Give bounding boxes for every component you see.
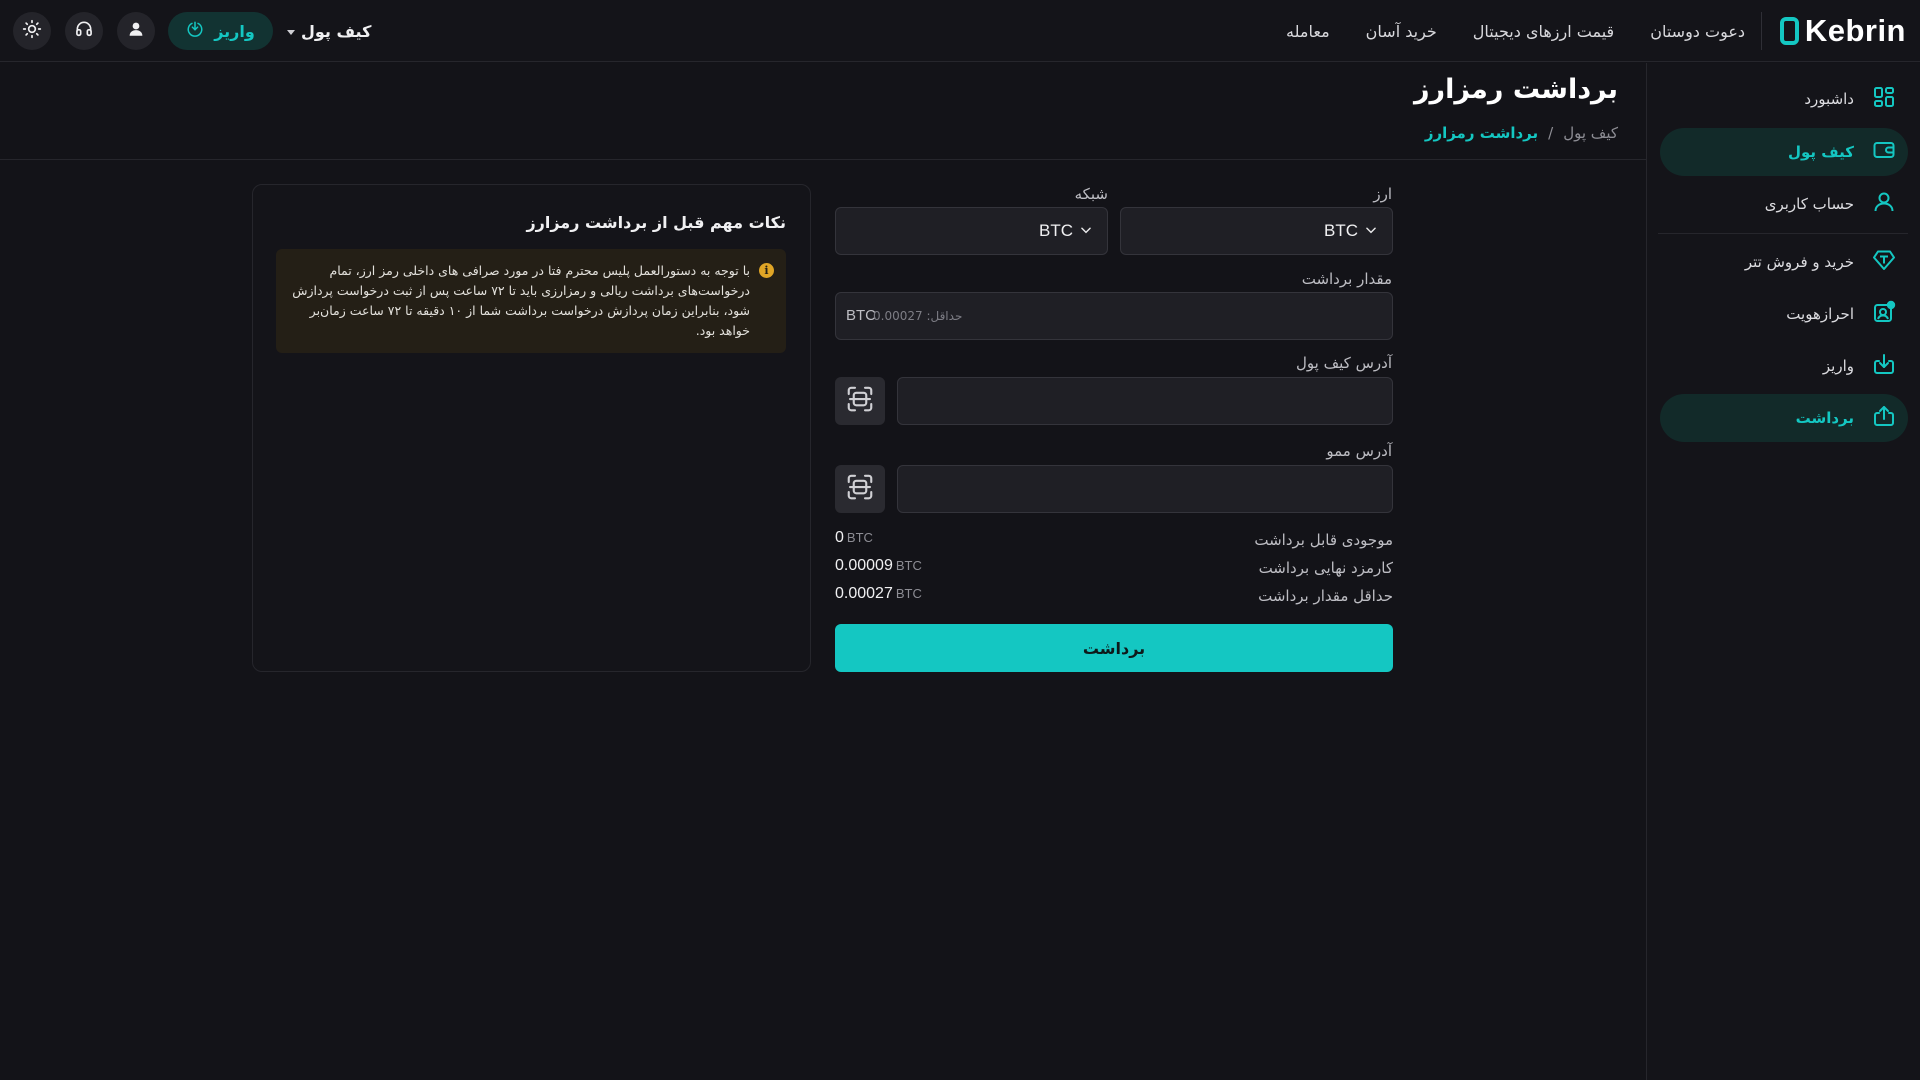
header-divider — [0, 159, 1646, 160]
currency-label: ارز — [1373, 185, 1392, 203]
available-balance-unit: BTC — [846, 530, 873, 545]
scan-icon — [845, 472, 875, 506]
divider — [1761, 12, 1762, 50]
memo-label: آدرس ممو — [1326, 442, 1392, 460]
amount-field[interactable]: BTC حداقل: 0.00027 — [835, 292, 1393, 340]
deposit-icon — [186, 20, 204, 42]
wallet-address-label: آدرس کیف پول — [1296, 354, 1392, 372]
sidebar-divider — [1658, 233, 1908, 234]
min-withdraw-value: 0.00027 BTC — [835, 585, 922, 603]
network-select[interactable]: BTC — [835, 207, 1108, 255]
notes-warning-box: i با توجه به دستورالعمل پلیس محترم فتا د… — [276, 249, 786, 353]
fee-unit: BTC — [895, 558, 922, 573]
sidebar-item-label: برداشت — [1795, 409, 1854, 427]
breadcrumb-wallet-link[interactable]: کیف پول — [1563, 124, 1618, 142]
deposit-button-label: واریز — [214, 21, 255, 41]
theme-toggle-button[interactable] — [13, 12, 51, 50]
breadcrumb-current: برداشت رمزارز — [1424, 124, 1539, 142]
wallet-dropdown-label: کیف پول — [301, 21, 372, 41]
available-balance-amount: 0 — [835, 529, 844, 546]
breadcrumb-separator: / — [1548, 124, 1554, 142]
sidebar-item-account[interactable]: حساب کاربری — [1660, 180, 1908, 228]
sidebar-item-label: داشبورد — [1804, 90, 1854, 108]
headset-icon — [74, 19, 94, 43]
wallet-icon — [1872, 138, 1896, 166]
scan-icon — [845, 384, 875, 418]
memo-field[interactable] — [897, 465, 1393, 513]
user-icon — [1872, 190, 1896, 218]
chevron-down-icon — [1079, 222, 1093, 241]
dashboard-icon — [1872, 85, 1896, 113]
sun-icon — [22, 19, 42, 43]
sidebar-item-tether[interactable]: خرید و فروش تتر — [1660, 238, 1908, 286]
nav-item-trade[interactable]: معامله — [1286, 22, 1330, 41]
chevron-down-icon — [1364, 222, 1378, 241]
top-nav: معامله خرید آسان قیمت ارزهای دیجیتال دعو… — [1286, 0, 1745, 62]
info-icon: i — [759, 263, 774, 278]
chevron-down-icon — [287, 29, 295, 35]
sidebar-item-verify[interactable]: احرازهویت — [1660, 290, 1908, 338]
sidebar-item-deposit[interactable]: واریز — [1660, 342, 1908, 390]
brand-name: Kebrin — [1804, 13, 1906, 48]
breadcrumb: کیف پول / برداشت رمزارز — [1425, 124, 1618, 142]
fee-value: 0.00009 BTC — [835, 557, 922, 575]
scan-memo-button[interactable] — [835, 465, 885, 513]
wallet-address-field[interactable] — [897, 377, 1393, 425]
currency-select-value: BTC — [1324, 221, 1358, 240]
user-icon — [127, 20, 145, 42]
min-withdraw-amount: 0.00027 — [835, 585, 893, 602]
sidebar-item-label: واریز — [1822, 357, 1854, 375]
support-button[interactable] — [65, 12, 103, 50]
amount-label: مقدار برداشت — [1301, 270, 1392, 288]
fee-label: کارمزد نهایی برداشت — [1258, 559, 1393, 577]
wallet-dropdown[interactable]: کیف پول — [287, 18, 371, 44]
page-title: برداشت رمزارز — [1414, 74, 1618, 105]
network-select-value: BTC — [1039, 221, 1073, 240]
deposit-icon — [1872, 352, 1896, 380]
notes-title: نکات مهم قبل از برداشت رمزارز — [526, 213, 786, 232]
deposit-button[interactable]: واریز — [168, 12, 273, 50]
notes-panel: نکات مهم قبل از برداشت رمزارز i با توجه … — [252, 184, 811, 672]
scan-wallet-address-button[interactable] — [835, 377, 885, 425]
tether-icon — [1872, 248, 1896, 276]
fee-row: کارمزد نهایی برداشت 0.00009 BTC — [835, 556, 1393, 582]
withdraw-submit-button[interactable]: برداشت — [835, 624, 1393, 672]
min-withdraw-row: حداقل مقدار برداشت 0.00027 BTC — [835, 584, 1393, 610]
min-withdraw-unit: BTC — [895, 586, 922, 601]
sidebar-item-label: خرید و فروش تتر — [1744, 253, 1854, 271]
memo-input[interactable] — [898, 466, 1392, 512]
sidebar: داشبورد کیف پول حساب کاربری خرید و فروش … — [1646, 63, 1920, 1080]
amount-placeholder: حداقل: 0.00027 — [873, 309, 963, 323]
min-withdraw-label: حداقل مقدار برداشت — [1258, 587, 1393, 605]
fee-amount: 0.00009 — [835, 557, 893, 574]
logo-mark-icon — [1779, 17, 1799, 45]
sidebar-item-dashboard[interactable]: داشبورد — [1660, 75, 1908, 123]
sidebar-item-label: احرازهویت — [1786, 305, 1854, 323]
amount-unit: BTC — [846, 307, 876, 324]
available-balance-row: موجودی قابل برداشت 0 BTC — [835, 528, 1393, 554]
top-bar: Kebrin معامله خرید آسان قیمت ارزهای دیجی… — [0, 0, 1920, 62]
network-label: شبکه — [1074, 185, 1108, 203]
available-balance-label: موجودی قابل برداشت — [1254, 531, 1393, 549]
wallet-address-input[interactable] — [898, 378, 1392, 424]
profile-button[interactable] — [117, 12, 155, 50]
nav-item-invite[interactable]: دعوت دوستان — [1650, 22, 1745, 41]
withdraw-icon — [1872, 404, 1896, 432]
brand-logo[interactable]: Kebrin — [1779, 13, 1906, 48]
sidebar-item-withdraw[interactable]: برداشت — [1660, 394, 1908, 442]
nav-item-prices[interactable]: قیمت ارزهای دیجیتال — [1473, 22, 1614, 41]
sidebar-item-wallet[interactable]: کیف پول — [1660, 128, 1908, 176]
sidebar-item-label: کیف پول — [1788, 143, 1854, 161]
sidebar-item-label: حساب کاربری — [1764, 195, 1854, 213]
nav-item-easy-buy[interactable]: خرید آسان — [1366, 22, 1437, 41]
available-balance-value: 0 BTC — [835, 529, 873, 547]
notes-text: با توجه به دستورالعمل پلیس محترم فتا در … — [292, 263, 750, 338]
verify-icon — [1872, 300, 1896, 328]
currency-select[interactable]: BTC — [1120, 207, 1393, 255]
